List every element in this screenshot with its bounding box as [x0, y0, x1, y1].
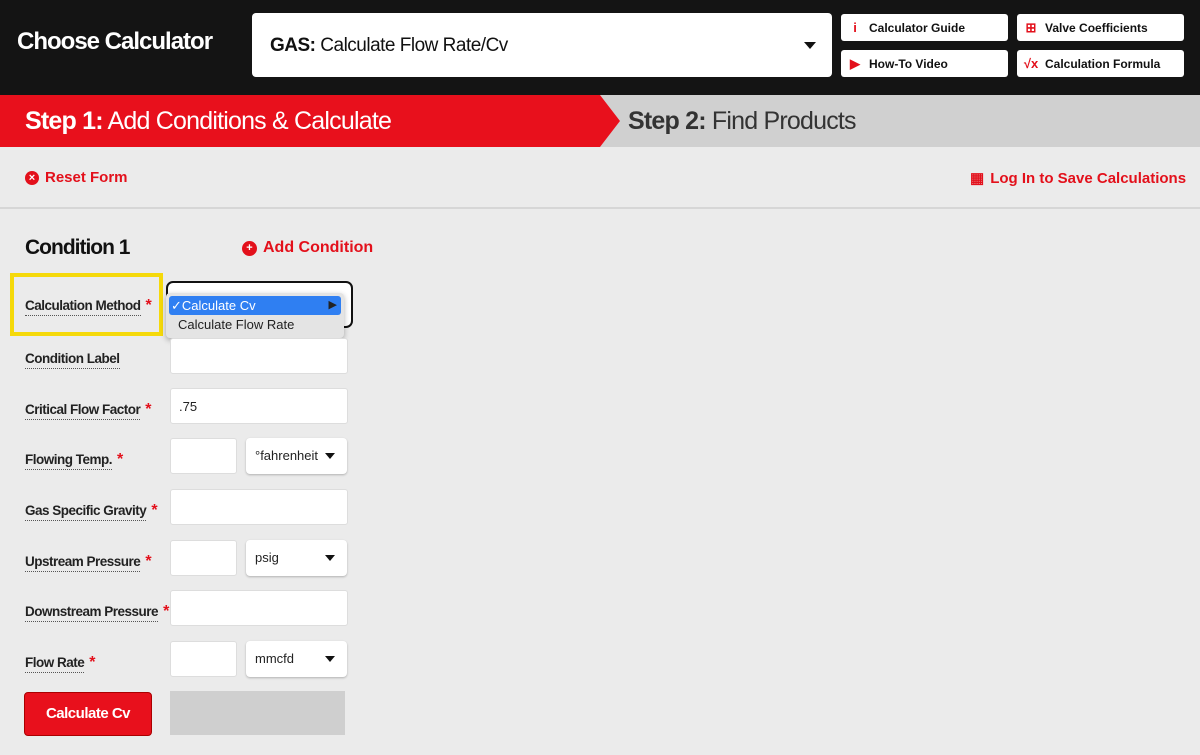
- step-1-label: Step 1: Add Conditions & Calculate: [25, 107, 392, 135]
- calculator-value: Calculate Flow Rate/Cv: [320, 35, 508, 56]
- sqrt-icon: √x: [1023, 56, 1039, 71]
- calculator-select[interactable]: GAS: Calculate Flow Rate/Cv: [252, 13, 832, 77]
- calculator-guide-button[interactable]: i Calculator Guide: [841, 14, 1008, 41]
- divider: [0, 207, 1200, 209]
- critical-flow-factor-label: Critical Flow Factor *: [25, 401, 152, 420]
- calculation-method-menu: ✓Calculate Cv ▶ Calculate Flow Rate: [166, 293, 344, 338]
- flowing-temp-input[interactable]: [170, 438, 237, 474]
- condition-label-label: Condition Label: [25, 351, 120, 369]
- add-condition-label: Add Condition: [263, 239, 374, 256]
- valve-coefficients-button[interactable]: ⊞ Valve Coefficients: [1017, 14, 1184, 41]
- add-condition-button[interactable]: + Add Condition: [242, 239, 373, 257]
- table-icon: ⊞: [1025, 19, 1037, 35]
- app-title: Choose Calculator: [17, 28, 213, 55]
- calculate-cv-button[interactable]: Calculate Cv: [24, 692, 152, 736]
- how-to-video-button[interactable]: ▶ How-To Video: [841, 50, 1008, 77]
- close-circle-icon: ×: [25, 170, 39, 185]
- button-label: Calculator Guide: [869, 20, 966, 35]
- calculation-method-label: Calculation Method *: [25, 297, 152, 316]
- login-save-link[interactable]: ▦ Log In to Save Calculations: [970, 169, 1187, 188]
- result-box: [170, 691, 345, 735]
- downstream-pressure-label: Downstream Pressure *: [25, 603, 169, 622]
- upstream-pressure-label: Upstream Pressure *: [25, 553, 152, 572]
- flow-rate-input[interactable]: [170, 641, 237, 677]
- flowing-temp-unit-select[interactable]: °fahrenheit: [246, 438, 347, 474]
- gas-specific-gravity-label: Gas Specific Gravity *: [25, 502, 158, 521]
- button-label: Calculation Formula: [1045, 56, 1161, 71]
- gas-specific-gravity-input[interactable]: [170, 489, 348, 525]
- calculator-prefix: GAS:: [270, 35, 316, 56]
- flow-rate-label: Flow Rate *: [25, 654, 95, 673]
- play-icon: ▶: [850, 55, 860, 71]
- chevron-down-icon: [325, 453, 335, 459]
- chevron-down-icon: [325, 555, 335, 561]
- step-2-label: Step 2: Find Products: [628, 107, 857, 135]
- info-icon: i: [853, 20, 857, 35]
- option-calculate-flow-rate[interactable]: Calculate Flow Rate: [169, 315, 341, 334]
- plus-circle-icon: +: [242, 240, 257, 256]
- calculation-formula-button[interactable]: √x Calculation Formula: [1017, 50, 1184, 77]
- button-label: How-To Video: [869, 56, 948, 71]
- button-label: Valve Coefficients: [1045, 20, 1148, 35]
- option-calculate-cv[interactable]: ✓Calculate Cv ▶: [169, 296, 341, 315]
- reset-form-link[interactable]: × Reset Form: [25, 169, 128, 186]
- reset-label: Reset Form: [45, 169, 128, 186]
- downstream-pressure-input[interactable]: [170, 590, 348, 626]
- condition-title: Condition 1: [25, 236, 130, 259]
- upstream-pressure-unit-select[interactable]: psig: [246, 540, 347, 576]
- upstream-pressure-input[interactable]: [170, 540, 237, 576]
- chevron-down-icon: [325, 656, 335, 662]
- critical-flow-factor-input[interactable]: .75: [170, 388, 348, 424]
- flowing-temp-label: Flowing Temp. *: [25, 451, 123, 470]
- login-label: Log In to Save Calculations: [990, 169, 1187, 187]
- chevron-down-icon: [804, 42, 816, 49]
- flow-rate-unit-select[interactable]: mmcfd: [246, 641, 347, 677]
- calculator-icon: ▦: [970, 170, 985, 187]
- condition-label-input[interactable]: [170, 338, 348, 374]
